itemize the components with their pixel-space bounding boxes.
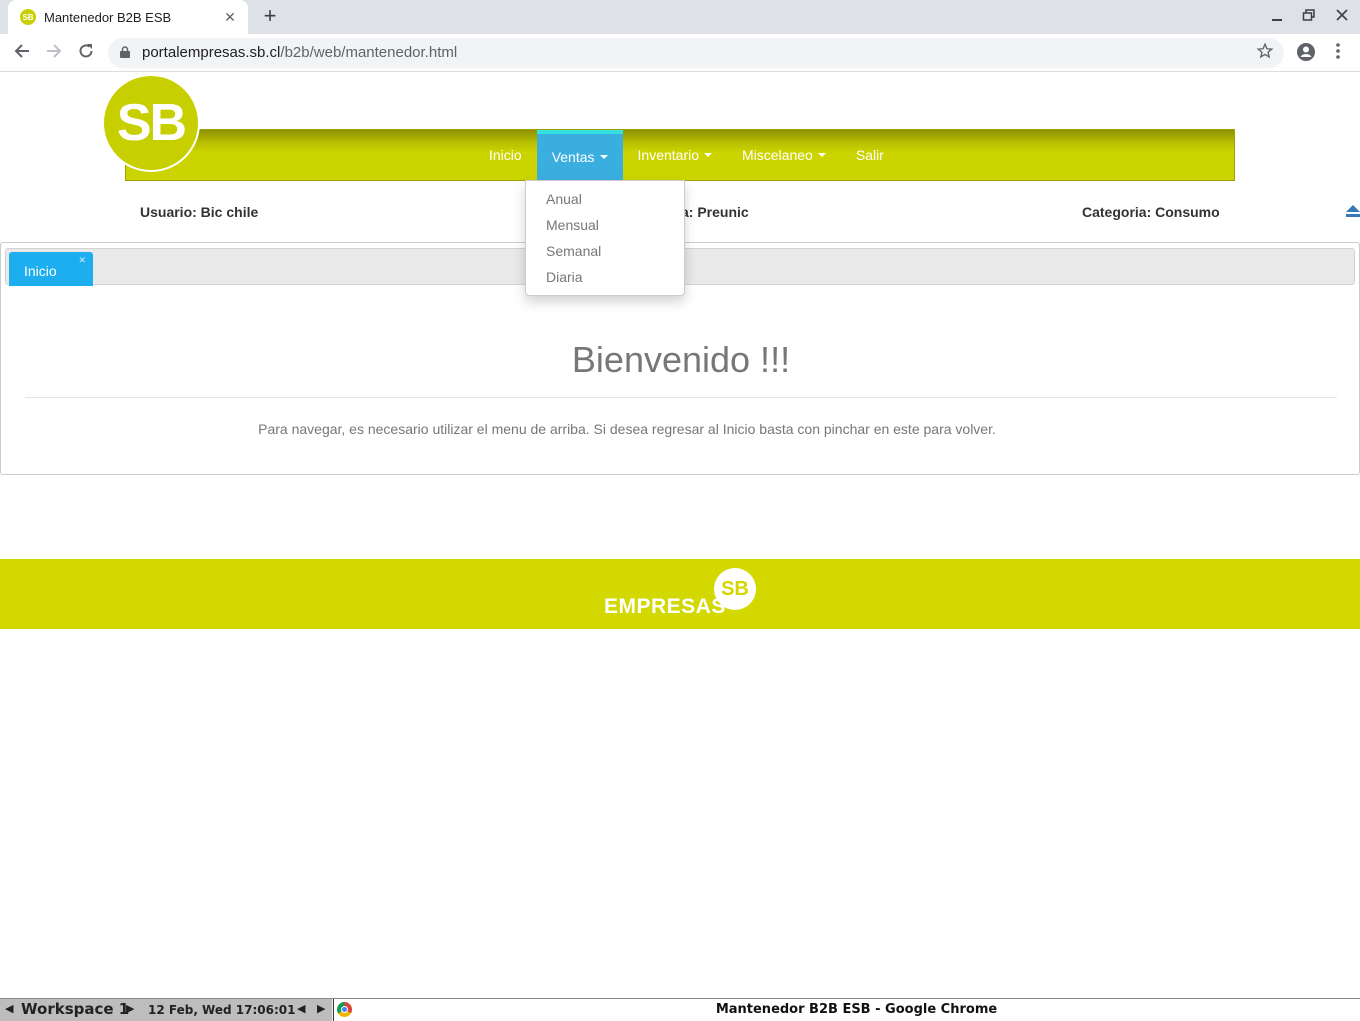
- caret-down-icon: [704, 153, 712, 157]
- taskbar-window-button[interactable]: Mantenedor B2B ESB - Google Chrome: [333, 999, 1360, 1021]
- empresa-label: a: Preunic: [681, 204, 749, 220]
- address-bar[interactable]: portalempresas.sb.cl/b2b/web/mantenedor.…: [108, 38, 1284, 68]
- workspace-next-icon[interactable]: ▶: [126, 1002, 134, 1015]
- dropdown-item-mensual[interactable]: Mensual: [526, 212, 684, 238]
- reload-icon[interactable]: [74, 42, 98, 64]
- footer-brand-badge: SB: [714, 568, 756, 610]
- url-host: portalempresas.sb.cl: [142, 44, 281, 61]
- nav-inicio[interactable]: Inicio: [474, 130, 537, 180]
- ventas-dropdown-menu: Anual Mensual Semanal Diaria: [525, 180, 685, 296]
- logo-text: SB: [116, 94, 187, 152]
- os-taskbar: ◀ Workspace 1 ▶ 12 Feb, Wed 17:06:01 ◀ ▶…: [0, 998, 1360, 1021]
- footer-brand-text: EMPRESAS: [604, 595, 726, 618]
- tab-title: Mantenedor B2B ESB: [44, 9, 172, 25]
- nav-salir[interactable]: Salir: [841, 130, 899, 180]
- welcome-description: Para navegar, es necesario utilizar el m…: [258, 421, 996, 437]
- taskbar-left: ◀ Workspace 1 ▶ 12 Feb, Wed 17:06:01 ◀ ▶: [0, 999, 332, 1021]
- bookmark-star-icon[interactable]: [1256, 42, 1274, 60]
- task-next-icon[interactable]: ▶: [317, 1002, 325, 1015]
- empresas-sb-logo: EMPRESAS SB: [604, 567, 764, 619]
- back-icon[interactable]: [10, 42, 34, 64]
- caret-down-icon: [817, 153, 826, 157]
- nav-salir-label: Salir: [855, 147, 884, 163]
- site-favicon-icon: SB: [20, 9, 36, 25]
- dropdown-item-diaria[interactable]: Diaria: [526, 264, 684, 290]
- menu-kebab-icon[interactable]: [1326, 42, 1350, 64]
- usuario-label: Usuario: Bic chile: [140, 204, 259, 220]
- page-footer: EMPRESAS SB: [0, 559, 1360, 629]
- categoria-label: Categoria: Consumo: [1082, 204, 1220, 220]
- tab-inicio[interactable]: Inicio ✕: [9, 252, 93, 286]
- tab-close-icon[interactable]: ✕: [220, 9, 240, 26]
- tab-inicio-label: Inicio: [24, 263, 57, 279]
- minimize-icon[interactable]: [1267, 8, 1287, 26]
- url-path: /b2b/web/mantenedor.html: [280, 44, 458, 61]
- browser-tabstrip: SB Mantenedor B2B ESB ✕ +: [0, 0, 1360, 34]
- profile-icon[interactable]: [1294, 42, 1318, 64]
- nav-inventario[interactable]: Inventario: [623, 130, 727, 180]
- clock: 12 Feb, Wed 17:06:01: [148, 1003, 296, 1017]
- nav-miscelaneo[interactable]: Miscelaneo: [727, 130, 841, 180]
- forward-icon[interactable]: [42, 42, 66, 64]
- nav-inventario-label: Inventario: [637, 147, 699, 163]
- nav-inicio-label: Inicio: [489, 147, 522, 163]
- restore-icon[interactable]: [1299, 8, 1319, 26]
- close-window-icon[interactable]: [1332, 8, 1352, 26]
- taskbar-window-title: Mantenedor B2B ESB - Google Chrome: [715, 1002, 998, 1017]
- welcome-heading: Bienvenido !!!: [571, 339, 791, 380]
- web-page: SB Inicio Ventas Inventario Miscelaneo S…: [0, 72, 1360, 998]
- url-text: portalempresas.sb.cl/b2b/web/mantenedor.…: [142, 44, 457, 61]
- caret-down-icon: [599, 155, 608, 159]
- sb-logo[interactable]: SB: [102, 74, 200, 172]
- workspace-label[interactable]: Workspace 1: [21, 1000, 129, 1018]
- dropdown-item-anual[interactable]: Anual: [526, 186, 684, 212]
- divider: [25, 397, 1337, 398]
- dropdown-item-semanal[interactable]: Semanal: [526, 238, 684, 264]
- nav-ventas[interactable]: Ventas: [536, 130, 623, 180]
- nav-ventas-label: Ventas: [551, 149, 595, 165]
- new-tab-button[interactable]: +: [258, 5, 282, 29]
- eject-icon[interactable]: [1346, 205, 1360, 217]
- browser-toolbar: portalempresas.sb.cl/b2b/web/mantenedor.…: [0, 34, 1360, 72]
- workspace-prev-icon[interactable]: ◀: [5, 1002, 13, 1015]
- nav-items: Inicio Ventas Inventario Miscelaneo Sali…: [474, 130, 899, 180]
- main-navbar: Inicio Ventas Inventario Miscelaneo Sali…: [125, 129, 1235, 181]
- nav-miscelaneo-label: Miscelaneo: [742, 147, 813, 163]
- lock-icon: [120, 46, 130, 58]
- browser-tab[interactable]: SB Mantenedor B2B ESB ✕: [8, 0, 248, 34]
- tab-close-icon[interactable]: ✕: [78, 255, 86, 266]
- task-prev-icon[interactable]: ◀: [297, 1002, 305, 1015]
